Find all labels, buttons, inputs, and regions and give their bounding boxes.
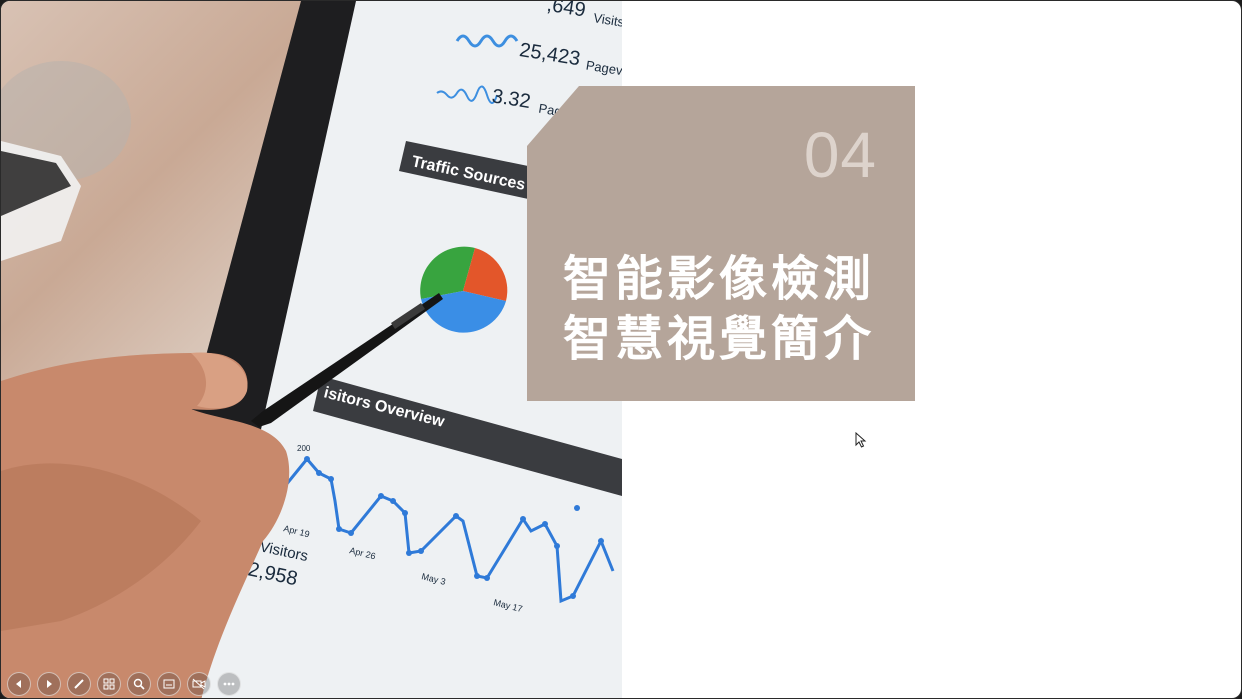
- y-tick-label: 200: [297, 444, 311, 453]
- next-slide-button[interactable]: [37, 672, 61, 696]
- slide-title-line2: 智慧視覺簡介: [563, 311, 876, 367]
- camera-off-icon: [192, 678, 206, 690]
- zoom-icon: [133, 678, 145, 690]
- see-all-slides-icon: [103, 678, 115, 690]
- slide-title-line1: 智能影像檢測: [563, 251, 876, 307]
- mouse-cursor-icon: [855, 431, 867, 452]
- subtitles-icon: [163, 679, 175, 689]
- zoom-button[interactable]: [127, 672, 151, 696]
- slide-stage[interactable]: ,649 Visits 25,423 Pageviews 3.32 Pages …: [0, 0, 1242, 699]
- slide-title: 智能影像檢測 智慧視覺簡介: [563, 249, 883, 369]
- arrow-left-icon: [16, 680, 21, 688]
- pen-tool-button[interactable]: [67, 672, 91, 696]
- pen-icon: [74, 679, 84, 689]
- more-options-button[interactable]: [217, 672, 241, 696]
- more-options-icon: [223, 682, 235, 686]
- camera-button[interactable]: [187, 672, 211, 696]
- presenter-toolbar: [7, 671, 241, 697]
- previous-slide-button[interactable]: [7, 672, 31, 696]
- pie-chart: [420, 246, 508, 333]
- arrow-right-icon: [47, 680, 52, 688]
- subtitles-button[interactable]: [157, 672, 181, 696]
- title-card: 04 智能影像檢測 智慧視覺簡介: [527, 86, 915, 401]
- see-all-slides-button[interactable]: [97, 672, 121, 696]
- slide-number: 04: [803, 119, 877, 191]
